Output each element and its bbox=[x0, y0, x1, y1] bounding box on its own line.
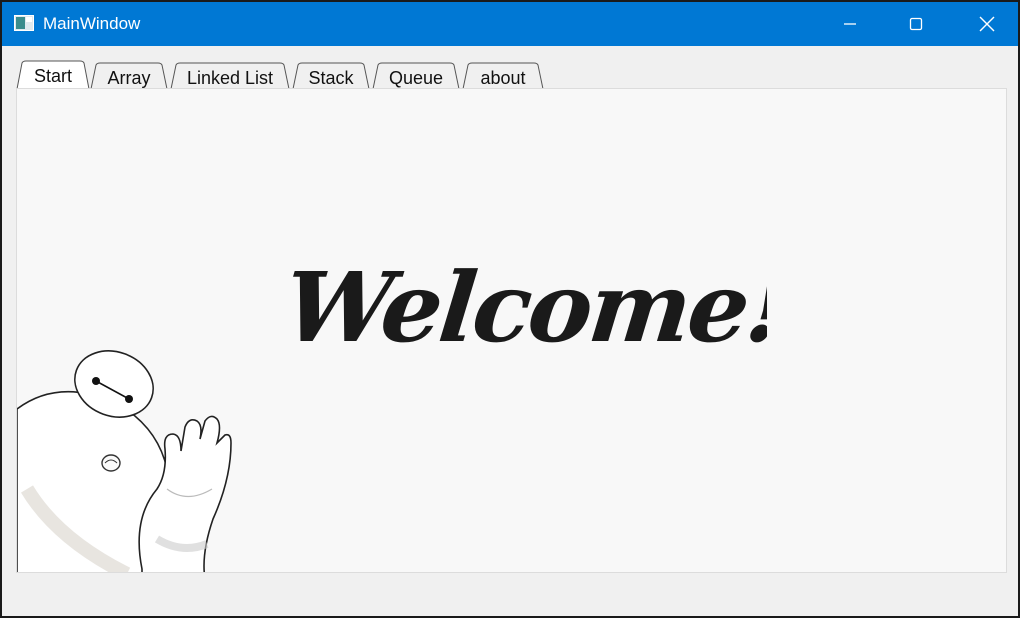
tab-label: Queue bbox=[388, 68, 444, 88]
tab-about[interactable]: about bbox=[462, 60, 544, 90]
start-tab-pane: Welcome! bbox=[16, 88, 1007, 573]
tab-label: Stack bbox=[308, 68, 354, 88]
tab-bar: Start Array Linked List Stack Queue abou… bbox=[16, 60, 1006, 90]
tab-linked-list[interactable]: Linked List bbox=[170, 60, 290, 90]
tab-label: about bbox=[480, 68, 526, 88]
maximize-button[interactable] bbox=[888, 2, 944, 46]
tab-queue[interactable]: Queue bbox=[372, 60, 460, 90]
baymax-waving-illustration bbox=[17, 350, 232, 572]
close-icon bbox=[979, 16, 995, 32]
tab-label: Array bbox=[107, 68, 151, 88]
tab-label: Linked List bbox=[186, 68, 274, 88]
tab-label: Start bbox=[33, 66, 72, 86]
window-title: MainWindow bbox=[43, 14, 141, 33]
minimize-button[interactable] bbox=[822, 2, 878, 46]
title-bar[interactable]: MainWindow bbox=[2, 2, 1018, 46]
main-window: MainWindow Start Array Linked List Stack… bbox=[0, 0, 1020, 618]
maximize-icon bbox=[909, 17, 923, 31]
welcome-text: Welcome! bbox=[287, 251, 767, 364]
close-button[interactable] bbox=[959, 2, 1015, 46]
window-app-icon bbox=[14, 15, 34, 31]
minimize-icon bbox=[844, 23, 856, 25]
tab-array[interactable]: Array bbox=[90, 60, 168, 90]
tab-start[interactable]: Start bbox=[16, 60, 90, 90]
tab-stack[interactable]: Stack bbox=[292, 60, 370, 90]
welcome-heading: Welcome! bbox=[287, 251, 767, 364]
